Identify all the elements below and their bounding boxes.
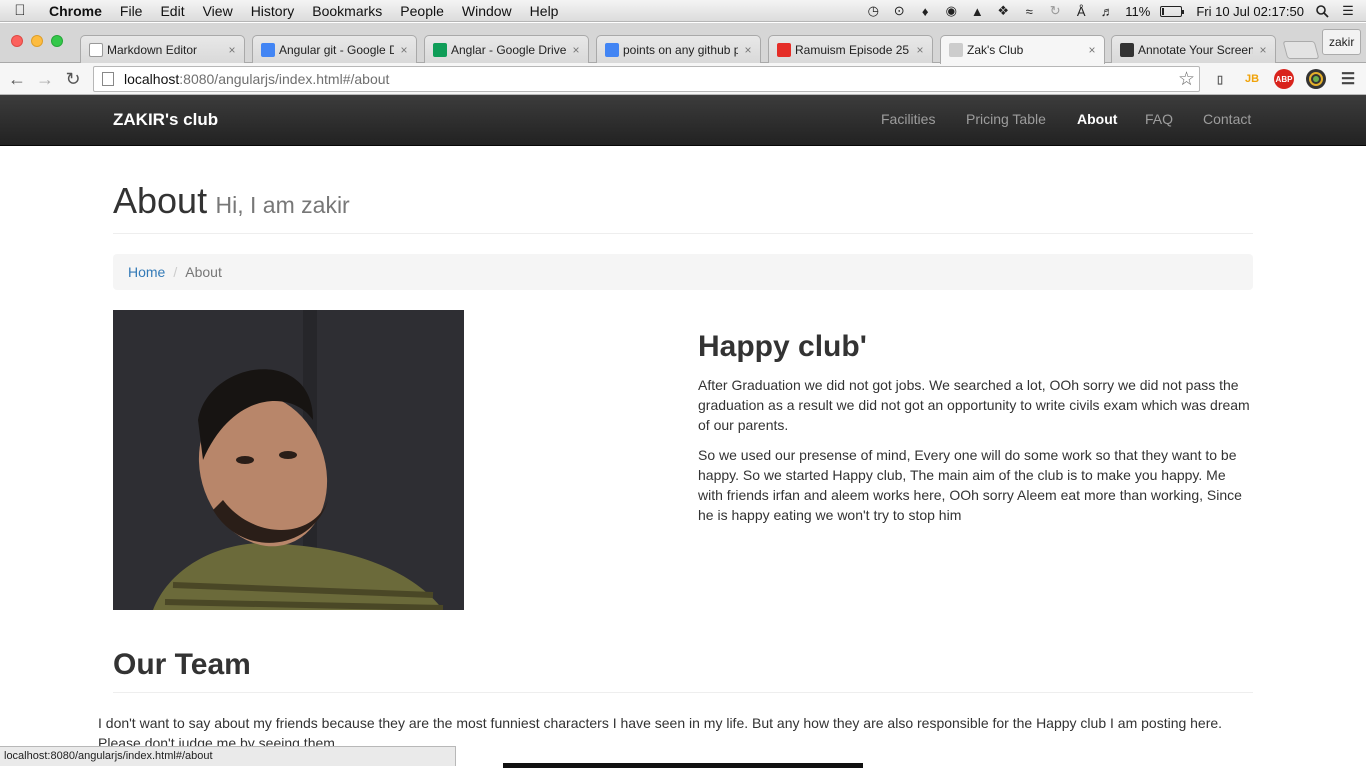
menu-app-chrome[interactable]: Chrome	[40, 3, 111, 19]
time-machine-icon[interactable]: ↻	[1047, 3, 1063, 19]
tab-close-icon[interactable]: ×	[914, 43, 926, 57]
dropbox-icon[interactable]: ❖	[995, 3, 1011, 19]
google-drive-status-icon[interactable]: ▲	[969, 3, 985, 19]
breadcrumb-current: About	[185, 264, 222, 280]
our-team-header: Our Team	[113, 648, 1253, 693]
annotate-extension-icon[interactable]	[1306, 69, 1326, 89]
club-paragraph: So we used our presense of mind, Every o…	[698, 447, 1242, 523]
sync-icon[interactable]: ◉	[943, 3, 959, 19]
nav-facilities[interactable]: Facilities	[881, 111, 935, 127]
tab-close-icon[interactable]: ×	[742, 43, 754, 57]
site-navbar: ZAKIR's club Facilities Pricing Table Ab…	[0, 95, 1366, 146]
tab-title: points on any github p	[623, 42, 738, 57]
address-bar[interactable]: localhost:8080/angularjs/index.html#/abo…	[93, 66, 1200, 92]
battery-percent[interactable]: 11%	[1125, 4, 1150, 19]
profile-photo	[113, 310, 464, 610]
breadcrumb: Home / About	[113, 254, 1253, 290]
nav-about[interactable]: About	[1077, 111, 1117, 127]
browser-tab[interactable]: Ramuism Episode 25 - ×	[768, 35, 933, 63]
google-docs-icon	[261, 42, 275, 57]
annotate-icon	[1120, 42, 1134, 57]
menu-edit[interactable]: Edit	[151, 3, 193, 19]
tab-title: Zak's Club	[967, 43, 1024, 57]
url-path: :8080/angularjs/index.html#/about	[179, 71, 390, 87]
tab-title: Markdown Editor	[107, 42, 198, 57]
tab-title: Annotate Your Screens	[1138, 42, 1253, 57]
reload-icon[interactable]: ↻	[61, 67, 85, 91]
adblock-plus-icon[interactable]: ABP	[1274, 69, 1294, 89]
happy-club-section: Happy club' After Graduation we did not …	[698, 330, 1253, 535]
tab-close-icon[interactable]: ×	[1257, 43, 1269, 57]
page-subtitle: Hi, I am zakir	[215, 192, 350, 218]
wifi-icon[interactable]: ≈	[1021, 3, 1037, 19]
browser-tab[interactable]: Markdown Editor ×	[80, 35, 245, 63]
menu-view[interactable]: View	[194, 3, 242, 19]
tab-title: Angular git - Google D	[279, 42, 394, 57]
tab-strip: Markdown Editor × Angular git - Google D × A…	[0, 23, 1366, 64]
tab-close-icon[interactable]: ×	[570, 43, 582, 57]
clock-status-icon[interactable]: ◷	[865, 3, 881, 19]
spotlight-search-icon[interactable]	[1314, 3, 1330, 19]
chrome-menu-icon[interactable]: ☰	[1338, 69, 1358, 89]
link-status-bar: localhost:8080/angularjs/index.html#/abo…	[0, 746, 456, 766]
mobile-device-icon[interactable]: ▯	[1210, 69, 1230, 89]
breadcrumb-home-link[interactable]: Home	[128, 264, 165, 280]
jetbrains-extension-icon[interactable]: JB	[1242, 69, 1262, 89]
youtube-icon	[777, 42, 791, 57]
airdrop-icon[interactable]: ⊙	[891, 3, 907, 19]
menu-file[interactable]: File	[111, 3, 152, 19]
menu-bookmarks[interactable]: Bookmarks	[303, 3, 391, 19]
google-drive-icon	[433, 42, 447, 57]
google-docs-icon	[605, 42, 619, 57]
document-icon	[89, 42, 103, 57]
volume-icon[interactable]: ♬	[1099, 3, 1115, 19]
our-team-heading: Our Team	[113, 648, 251, 681]
browser-tab[interactable]: Annotate Your Screens ×	[1111, 35, 1276, 63]
tab-close-icon[interactable]: ×	[226, 43, 238, 57]
notification-bell-icon[interactable]: ♦	[917, 3, 933, 19]
apple-icon[interactable]: 	[0, 2, 40, 19]
menu-history[interactable]: History	[242, 3, 304, 19]
club-paragraph: After Graduation we did not got jobs. We…	[698, 377, 1250, 433]
browser-tab[interactable]: Angular git - Google D ×	[252, 35, 417, 63]
bookmark-star-icon[interactable]: ☆	[1178, 68, 1195, 91]
dock-edge	[503, 763, 863, 768]
menu-window[interactable]: Window	[453, 3, 521, 19]
happy-club-heading: Happy club'	[698, 330, 867, 363]
page-title: About	[113, 180, 208, 221]
back-arrow-icon[interactable]: ←	[5, 67, 29, 91]
nav-faq[interactable]: FAQ	[1145, 111, 1173, 127]
battery-icon[interactable]	[1160, 5, 1185, 17]
menu-people[interactable]: People	[391, 3, 453, 19]
browser-tab[interactable]: points on any github p ×	[596, 35, 761, 63]
tab-title: Ramuism Episode 25 -	[795, 42, 910, 57]
nav-pricing-table[interactable]: Pricing Table	[966, 111, 1046, 127]
page-header: About Hi, I am zakir	[113, 180, 1253, 234]
notification-center-icon[interactable]: ☰	[1340, 3, 1356, 19]
profile-button[interactable]: zakir	[1322, 29, 1362, 55]
tab-close-icon[interactable]: ×	[398, 43, 410, 57]
battery-level-fill	[1162, 7, 1165, 15]
tab-close-icon[interactable]: ×	[1086, 43, 1098, 57]
zoom-window-button[interactable]	[51, 35, 63, 47]
site-favicon	[949, 43, 963, 57]
breadcrumb-separator: /	[173, 264, 178, 280]
browser-tab[interactable]: Zak's Club ×	[940, 35, 1105, 64]
navbar-brand[interactable]: ZAKIR's club	[113, 110, 218, 130]
nav-contact[interactable]: Contact	[1203, 111, 1251, 127]
bluetooth-icon[interactable]: Å	[1073, 3, 1089, 19]
menu-help[interactable]: Help	[521, 3, 568, 19]
new-tab-button[interactable]	[1282, 41, 1320, 59]
menu-clock[interactable]: Fri 10 Jul 02:17:50	[1196, 4, 1304, 19]
tab-title: Anglar - Google Drive	[451, 42, 566, 57]
browser-toolbar: ← → ↻ localhost:8080/angularjs/index.htm…	[0, 63, 1366, 95]
minimize-window-button[interactable]	[31, 35, 43, 47]
close-window-button[interactable]	[11, 35, 23, 47]
url-host: localhost	[124, 71, 180, 87]
page-icon	[102, 72, 114, 86]
mac-menu-bar:  Chrome File Edit View History Bookmark…	[0, 0, 1366, 22]
browser-tab[interactable]: Anglar - Google Drive ×	[424, 35, 589, 63]
forward-arrow-icon[interactable]: →	[33, 67, 57, 91]
